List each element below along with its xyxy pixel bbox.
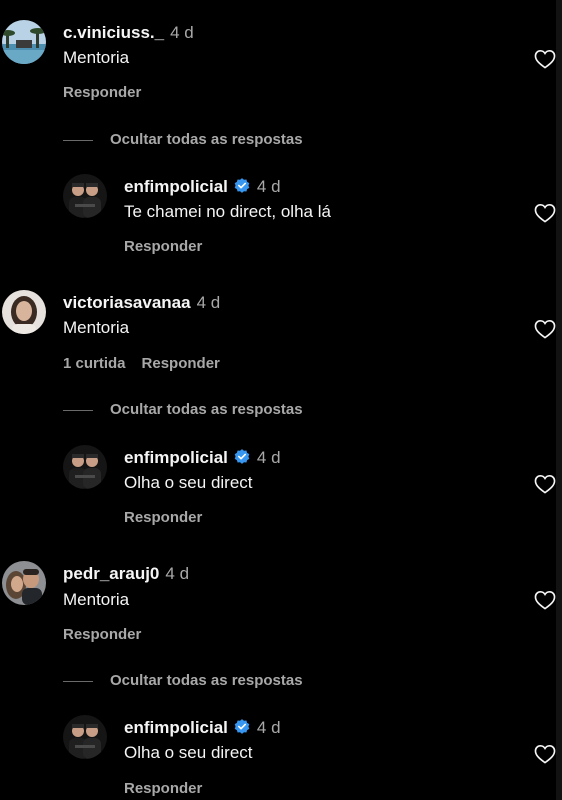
timestamp[interactable]: 4 d <box>165 564 189 583</box>
hide-replies-label: Ocultar todas as respostas <box>110 401 303 418</box>
timestamp[interactable]: 4 d <box>197 293 221 312</box>
comment-actions: Responder <box>63 83 141 103</box>
like-heart-icon[interactable] <box>534 49 556 69</box>
comment-header: victoriasavanaa 4 d <box>63 292 220 314</box>
reply-actions: Responder <box>124 779 202 799</box>
like-heart-icon[interactable] <box>534 203 556 223</box>
username-link[interactable]: enfimpolicial <box>124 448 228 467</box>
timestamp[interactable]: 4 d <box>257 718 281 737</box>
couple-avatar-icon <box>2 561 46 605</box>
reply-button[interactable]: Responder <box>63 84 141 101</box>
divider-line <box>63 139 93 141</box>
comment-actions: 1 curtida Responder <box>63 354 220 374</box>
timestamp[interactable]: 4 d <box>257 177 281 196</box>
username-link[interactable]: victoriasavanaa <box>63 293 191 312</box>
two-men-avatar-icon <box>63 715 107 759</box>
avatar[interactable] <box>63 445 107 489</box>
comments-panel: c.viniciuss._ 4 d Mentoria Responder Ocul… <box>0 0 562 800</box>
hide-replies-toggle[interactable]: Ocultar todas as respostas <box>63 130 303 150</box>
avatar[interactable] <box>63 174 107 218</box>
comment-actions: Responder <box>63 625 141 645</box>
timestamp[interactable]: 4 d <box>170 23 194 42</box>
comment-header: c.viniciuss._ 4 d <box>63 22 194 44</box>
verified-badge-icon <box>234 449 250 464</box>
like-heart-icon[interactable] <box>534 590 556 610</box>
two-men-avatar-icon <box>63 174 107 218</box>
divider-line <box>63 680 93 682</box>
reply-button[interactable]: Responder <box>124 238 202 255</box>
comment-text: Mentoria <box>63 318 130 337</box>
like-heart-icon[interactable] <box>534 474 556 494</box>
verified-badge-icon <box>234 719 250 734</box>
hide-replies-toggle[interactable]: Ocultar todas as respostas <box>63 400 303 420</box>
timestamp[interactable]: 4 d <box>257 448 281 467</box>
like-heart-icon[interactable] <box>534 744 556 764</box>
reply-actions: Responder <box>124 237 202 257</box>
comment-text: Mentoria <box>63 48 130 67</box>
divider-line <box>63 409 93 411</box>
reply-header: enfimpolicial 4 d <box>124 717 281 739</box>
reply-button[interactable]: Responder <box>142 355 220 372</box>
comment-text: Mentoria <box>63 590 130 609</box>
reply-button[interactable]: Responder <box>63 626 141 643</box>
hide-replies-toggle[interactable]: Ocultar todas as respostas <box>63 671 303 691</box>
avatar[interactable] <box>2 561 46 605</box>
reply-text: Olha o seu direct <box>124 743 253 762</box>
two-men-avatar-icon <box>63 445 107 489</box>
like-count-link[interactable]: 1 curtida <box>63 355 126 372</box>
hide-replies-label: Ocultar todas as respostas <box>110 672 303 689</box>
avatar[interactable] <box>63 715 107 759</box>
beach-avatar-icon <box>2 20 46 64</box>
username-link[interactable]: c.viniciuss._ <box>63 23 164 42</box>
reply-actions: Responder <box>124 508 202 528</box>
scrollbar-track[interactable] <box>556 0 562 800</box>
woman-avatar-icon <box>2 290 46 334</box>
reply-button[interactable]: Responder <box>124 780 202 797</box>
username-link[interactable]: enfimpolicial <box>124 718 228 737</box>
reply-button[interactable]: Responder <box>124 509 202 526</box>
avatar[interactable] <box>2 20 46 64</box>
username-link[interactable]: pedr_arauj0 <box>63 564 159 583</box>
hide-replies-label: Ocultar todas as respostas <box>110 131 303 148</box>
avatar[interactable] <box>2 290 46 334</box>
verified-badge-icon <box>234 178 250 193</box>
like-heart-icon[interactable] <box>534 319 556 339</box>
reply-header: enfimpolicial 4 d <box>124 176 281 198</box>
comment-header: pedr_arauj0 4 d <box>63 563 189 585</box>
reply-text: Te chamei no direct, olha lá <box>124 202 331 221</box>
reply-header: enfimpolicial 4 d <box>124 447 281 469</box>
reply-text: Olha o seu direct <box>124 473 253 492</box>
username-link[interactable]: enfimpolicial <box>124 177 228 196</box>
